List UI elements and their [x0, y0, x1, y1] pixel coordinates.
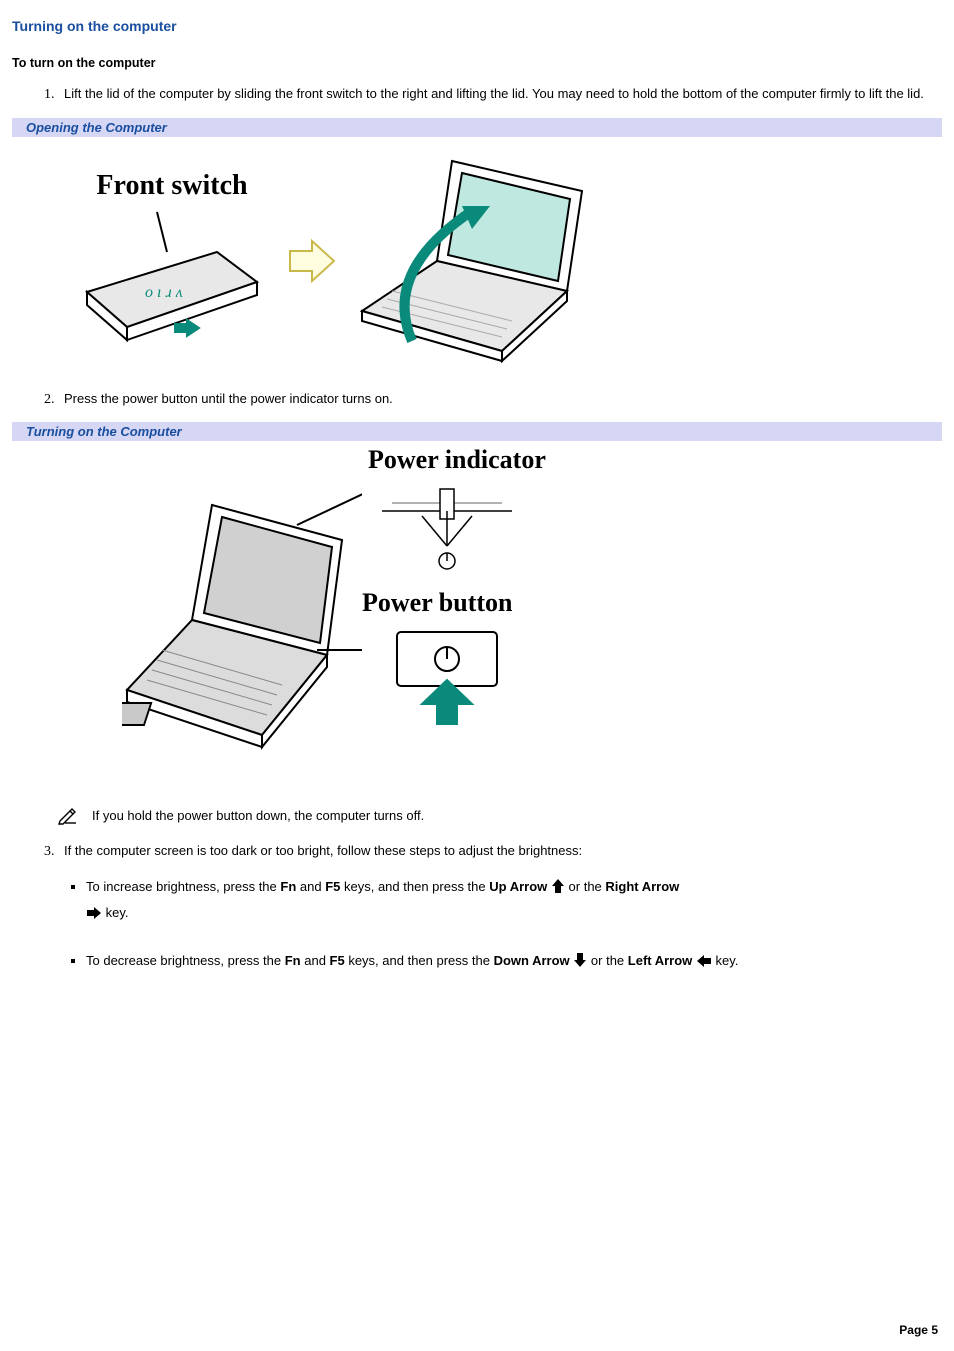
figure-opening-computer: Front switch o ı ɹ ʌ	[12, 141, 942, 371]
key-fn: Fn	[285, 953, 301, 968]
text: keys, and then press the	[340, 879, 489, 894]
key-left-arrow: Left Arrow	[628, 953, 693, 968]
caption-turning-on: Turning on the Computer	[12, 422, 942, 441]
note-text: If you hold the power button down, the c…	[92, 808, 424, 823]
bullet-increase-brightness: To increase brightness, press the Fn and…	[86, 875, 942, 928]
caption-opening: Opening the Computer	[12, 118, 942, 137]
svg-text:o ı ɹ ʌ: o ı ɹ ʌ	[145, 284, 183, 301]
open-laptop-illustration	[342, 151, 602, 371]
closed-laptop-illustration: o ı ɹ ʌ	[67, 202, 277, 352]
step-2: Press the power button until the power i…	[58, 389, 942, 409]
text: key.	[106, 905, 129, 920]
key-f5: F5	[325, 879, 340, 894]
text: and	[296, 879, 325, 894]
text: key.	[712, 953, 739, 968]
label-front-switch: Front switch	[62, 170, 282, 202]
subheading: To turn on the computer	[12, 56, 942, 70]
note-icon	[56, 805, 78, 825]
bullet-decrease-brightness: To decrease brightness, press the Fn and…	[86, 949, 942, 975]
key-down-arrow: Down Arrow	[494, 953, 570, 968]
page-footer: Page 5	[899, 1323, 938, 1337]
power-indicator-detail	[362, 481, 532, 576]
text: or the	[569, 879, 606, 894]
step-3-text: If the computer screen is too dark or to…	[64, 843, 582, 858]
figure-turning-on: Power indicator Power button	[12, 445, 942, 785]
step-1: Lift the lid of the computer by sliding …	[58, 84, 942, 104]
key-right-arrow: Right Arrow	[605, 879, 679, 894]
label-power-button: Power button	[362, 588, 546, 618]
text: keys, and then press the	[345, 953, 494, 968]
key-fn: Fn	[280, 879, 296, 894]
key-up-arrow: Up Arrow	[489, 879, 547, 894]
label-power-indicator: Power indicator	[368, 445, 546, 475]
right-arrow-icon	[86, 904, 102, 927]
text: To increase brightness, press the	[86, 879, 280, 894]
text: and	[301, 953, 330, 968]
key-f5: F5	[330, 953, 345, 968]
up-arrow-icon	[551, 878, 565, 901]
section-title: Turning on the computer	[12, 18, 942, 34]
step-3: If the computer screen is too dark or to…	[58, 841, 942, 861]
text: or the	[591, 953, 628, 968]
text: To decrease brightness, press the	[86, 953, 285, 968]
down-arrow-icon	[573, 952, 587, 975]
left-arrow-icon	[696, 952, 712, 975]
laptop-power-illustration	[122, 485, 362, 785]
right-arrow-icon	[282, 231, 342, 291]
power-button-detail	[362, 624, 532, 739]
